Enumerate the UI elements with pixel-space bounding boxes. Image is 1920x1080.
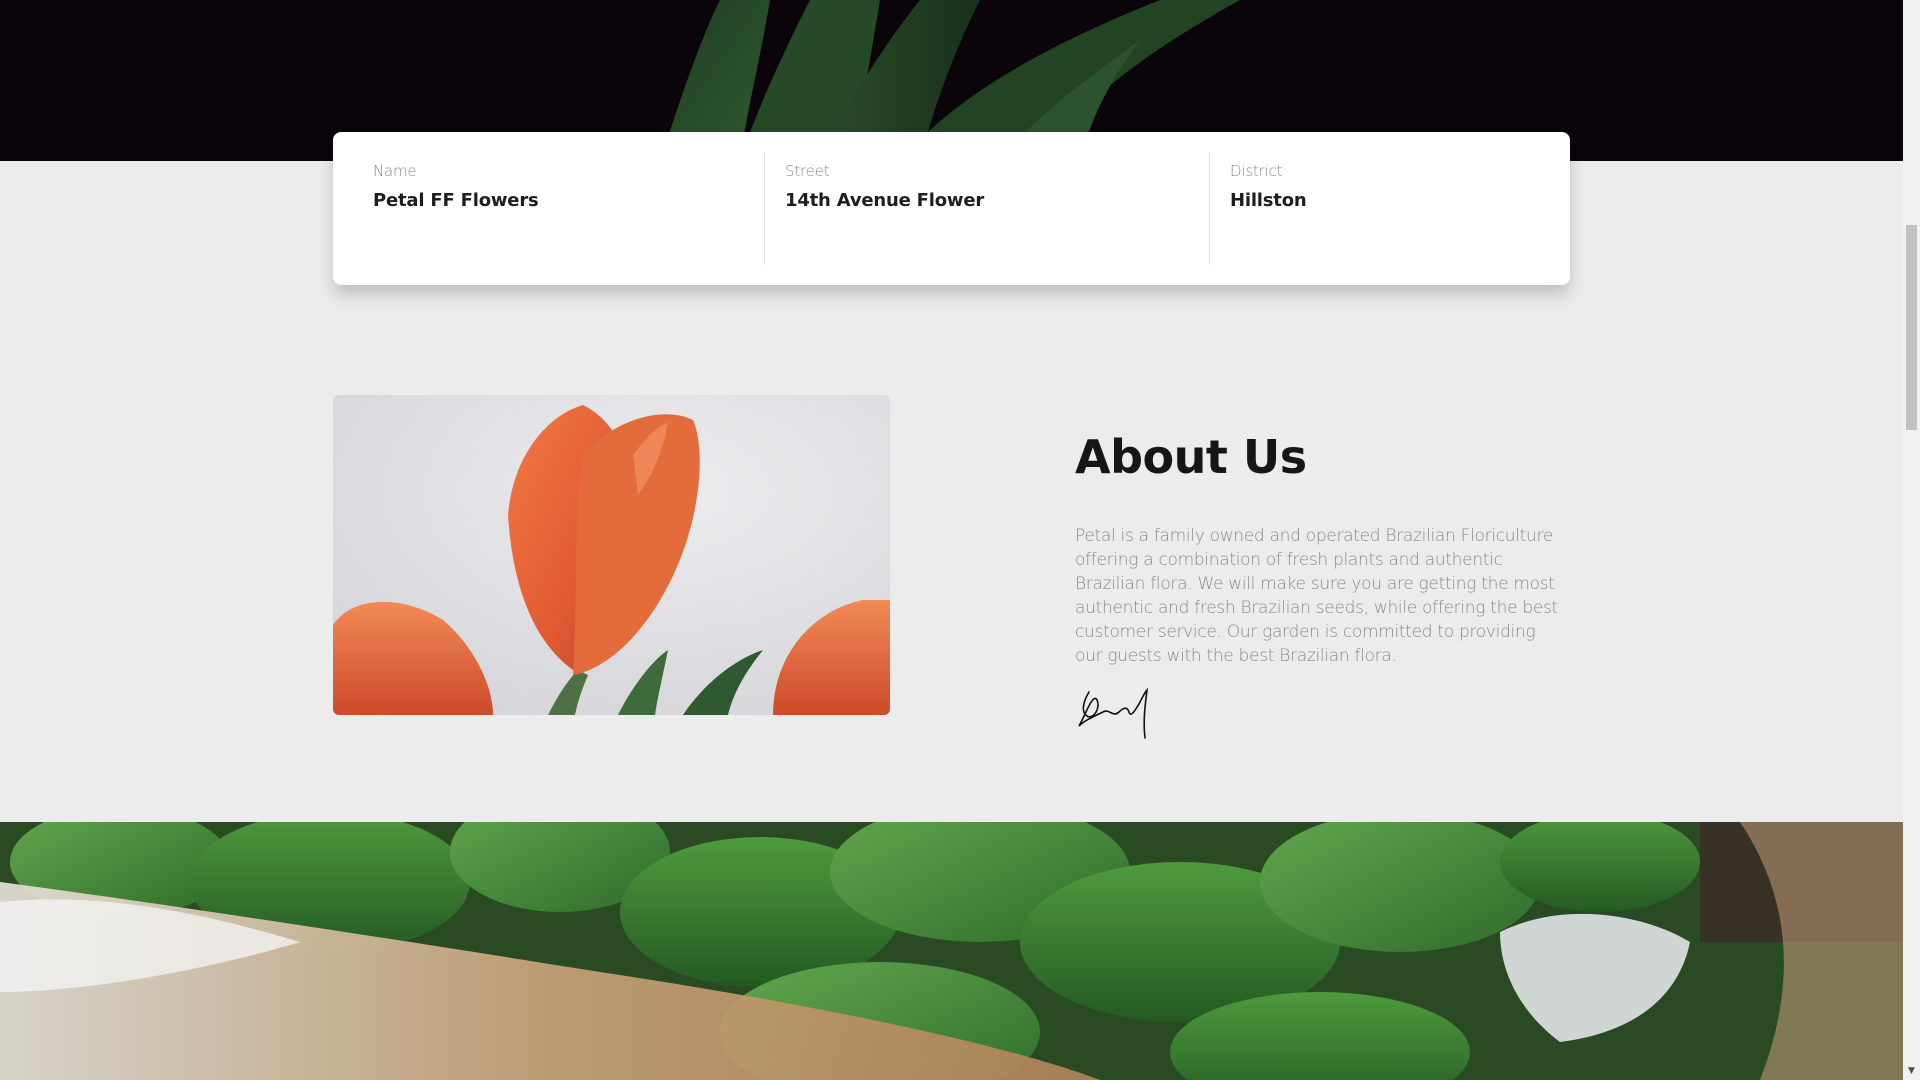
street-label: Street (785, 162, 830, 180)
tulip-image (333, 395, 890, 715)
info-name-column: Name Petal FF Flowers (333, 152, 764, 265)
street-value: 14th Avenue Flower (785, 190, 985, 211)
vertical-scrollbar[interactable]: ▼ (1903, 0, 1920, 1080)
signature-image (1078, 687, 1149, 739)
district-value: Hillston (1230, 190, 1307, 211)
scroll-down-arrow-icon[interactable]: ▼ (1903, 1063, 1920, 1080)
scrollbar-thumb[interactable] (1906, 225, 1917, 430)
info-street-column: Street 14th Avenue Flower (764, 152, 1209, 265)
about-title: About Us (1075, 430, 1307, 484)
page: Name Petal FF Flowers Street 14th Avenue… (0, 0, 1903, 1080)
about-section: About Us Petal is a family owned and ope… (1075, 430, 1565, 747)
name-value: Petal FF Flowers (373, 190, 539, 211)
name-label: Name (373, 162, 417, 180)
district-label: District (1230, 162, 1283, 180)
info-card: Name Petal FF Flowers Street 14th Avenue… (333, 132, 1570, 285)
garden-image (0, 822, 1903, 1080)
about-description: Petal is a family owned and operated Bra… (1075, 526, 1558, 666)
info-district-column: District Hillston (1209, 152, 1570, 265)
